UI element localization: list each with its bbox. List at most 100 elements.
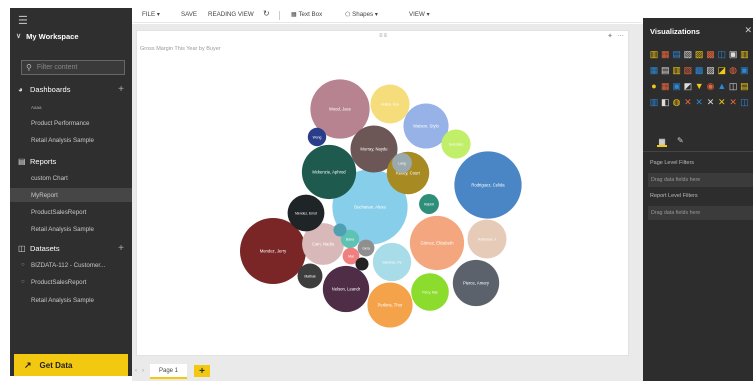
visual-type-icon[interactable]: ▼ — [694, 81, 704, 91]
bubble[interactable] — [355, 257, 369, 271]
visual-type-icon[interactable]: ◫ — [728, 81, 738, 91]
visual-type-icon[interactable]: ✕ — [717, 97, 727, 107]
visualizations-title: Visualizations — [650, 27, 700, 36]
visual-type-icon[interactable]: ▦ — [660, 81, 670, 91]
view-menu[interactable]: VIEW ▾ — [409, 11, 430, 18]
next-page-icon[interactable]: › — [142, 368, 144, 374]
bubble-label: Gera — [362, 247, 370, 251]
bubble-label: Mendez, Ernst — [295, 212, 317, 216]
visual-type-icon[interactable]: ▨ — [706, 65, 716, 75]
visual-type-icon[interactable]: ▧ — [683, 65, 693, 75]
format-paintroller-icon[interactable]: ✎ — [677, 136, 684, 145]
report-item-1-label: MyReport — [31, 191, 58, 199]
caret-down-icon: ▾ — [156, 11, 160, 18]
shapes-button[interactable]: ⬠ Shapes ▾ — [345, 11, 378, 18]
search-icon: ⚲ — [26, 63, 32, 72]
visual-type-icon[interactable]: ▥ — [649, 49, 659, 59]
visual-type-icon[interactable]: ◍ — [672, 97, 682, 107]
visual-type-icon[interactable]: ▣ — [728, 49, 738, 59]
close-pane-icon[interactable]: ✕ — [744, 25, 752, 36]
visual-type-icon[interactable]: ▩ — [694, 65, 704, 75]
section-dashboards[interactable]: ◕ Dashboards + — [10, 82, 132, 96]
bubble-label: Nelson, Leandr — [332, 287, 361, 292]
dataset-status-icon: ○ — [21, 279, 25, 285]
page-filter-dropzone[interactable]: Drag data fields here — [648, 173, 753, 187]
visual-type-icon[interactable]: ▥ — [672, 65, 682, 75]
visual-type-icon[interactable]: ▤ — [739, 81, 749, 91]
report-item-2-label: ProductSalesReport — [31, 208, 87, 216]
visual-type-icon[interactable]: ◉ — [706, 81, 716, 91]
report-filter-dropzone[interactable]: Drag data fields here — [648, 206, 753, 220]
visual-type-icon[interactable]: ✕ — [694, 97, 704, 107]
add-page-button[interactable]: + — [194, 365, 210, 377]
bubble[interactable] — [333, 223, 347, 237]
hamburger-icon[interactable]: ☰ — [18, 14, 28, 27]
dashboard-item-2[interactable]: Retail Analysis Sample — [10, 133, 132, 147]
dataset-item-1-label: ProductSalesReport — [31, 278, 87, 286]
visual-type-icon[interactable]: ▥ — [649, 97, 659, 107]
visual-type-icon[interactable]: ✕ — [683, 97, 693, 107]
section-datasets-label: Datasets — [30, 243, 60, 253]
visual-type-icon[interactable]: ▨ — [694, 49, 704, 59]
dataset-status-icon: ○ — [21, 262, 25, 268]
visual-type-icon[interactable]: ◩ — [683, 81, 693, 91]
visual-type-icon[interactable]: ▲ — [717, 81, 727, 91]
section-reports[interactable]: ▤ Reports — [10, 154, 132, 168]
report-item-1[interactable]: MyReport — [10, 188, 132, 202]
arrow-up-right-icon: ↗ — [24, 359, 32, 370]
visual-type-icon[interactable]: ▧ — [683, 49, 693, 59]
bubble-label: Watson, Stylo — [413, 124, 439, 129]
visual-type-icon[interactable]: ▤ — [660, 65, 670, 75]
section-datasets[interactable]: ◫ Datasets + — [10, 241, 132, 255]
visual-type-icon[interactable]: ◫ — [739, 97, 749, 107]
dashboard-icon: ◕ — [18, 84, 23, 94]
tab-page-1[interactable]: Page 1 — [150, 364, 187, 379]
bubble-label: Wood, Jace — [329, 107, 352, 112]
visual-type-icon[interactable]: ▤ — [672, 49, 682, 59]
file-menu-label: FILE — [142, 11, 156, 18]
dataset-item-2[interactable]: Retail Analysis Sample — [10, 293, 132, 307]
dashboard-item-1[interactable]: Product Performance — [10, 116, 132, 130]
dataset-icon: ◫ — [18, 243, 26, 253]
view-menu-label: VIEW — [409, 11, 425, 18]
visual-type-icon[interactable]: ▣ — [739, 65, 749, 75]
text-box-icon: ▦ — [291, 11, 297, 18]
bubble-label: Murray, Nayde — [360, 147, 388, 152]
bubble-chart[interactable]: Buchanan, Alexa Rodriguez, Celida Mendez, … — [137, 31, 630, 357]
refresh-icon[interactable]: ↻ — [263, 9, 270, 18]
visual-type-icon[interactable]: ◪ — [717, 65, 727, 75]
add-dashboard-icon[interactable]: + — [118, 84, 124, 95]
report-item-0-label: custom Chart — [31, 174, 68, 182]
fields-tab-icon[interactable]: ▦ — [657, 137, 667, 147]
visual-type-icon[interactable]: ● — [649, 81, 659, 91]
prev-page-icon[interactable]: ‹ — [135, 368, 137, 374]
bubble-label: Lang — [398, 162, 406, 166]
visual-type-icon[interactable]: ▩ — [706, 49, 716, 59]
text-box-button[interactable]: ▦ Text Box — [291, 11, 322, 18]
reading-view-button[interactable]: READING VIEW — [208, 11, 254, 18]
visual-type-icon[interactable]: ▥ — [739, 49, 749, 59]
workspace-selector[interactable]: ∨ My Workspace — [10, 28, 132, 44]
report-item-3[interactable]: Retail Analysis Sample — [10, 222, 132, 236]
add-dataset-icon[interactable]: + — [118, 243, 124, 254]
visual-type-icon[interactable]: ◧ — [660, 97, 670, 107]
report-item-2[interactable]: ProductSalesReport — [10, 205, 132, 219]
visual-type-icon[interactable]: ▦ — [660, 49, 670, 59]
visual-type-icon[interactable]: ◫ — [717, 49, 727, 59]
dataset-item-0[interactable]: ○ BIZDATA-112 - Customer... — [10, 258, 132, 272]
visual-type-icon[interactable]: ◍ — [728, 65, 738, 75]
visual-type-icon[interactable]: ✕ — [706, 97, 716, 107]
report-item-0[interactable]: custom Chart — [10, 171, 132, 185]
dashboard-item-0[interactable]: Aaaa — [10, 100, 132, 114]
visual-type-icon[interactable]: ✕ — [728, 97, 738, 107]
report-toolbar: FILE ▾ SAVE READING VIEW ↻ ▦ Text Box ⬠ … — [133, 8, 641, 23]
save-button[interactable]: SAVE — [181, 11, 197, 18]
file-menu[interactable]: FILE ▾ — [142, 11, 160, 18]
visual-type-icon[interactable]: ▣ — [672, 81, 682, 91]
dataset-item-1[interactable]: ○ ProductSalesReport — [10, 275, 132, 289]
pane-tabs: ▦ ✎ — [643, 133, 753, 152]
visual-type-icon[interactable]: ▦ — [649, 65, 659, 75]
filter-content-input[interactable]: ⚲ Filter content — [21, 60, 125, 75]
get-data-button[interactable]: ↗ Get Data — [14, 354, 128, 376]
report-page[interactable]: ≡≡ ✦ ⋯ Gross Margin This Year by Buyer B… — [136, 30, 629, 356]
